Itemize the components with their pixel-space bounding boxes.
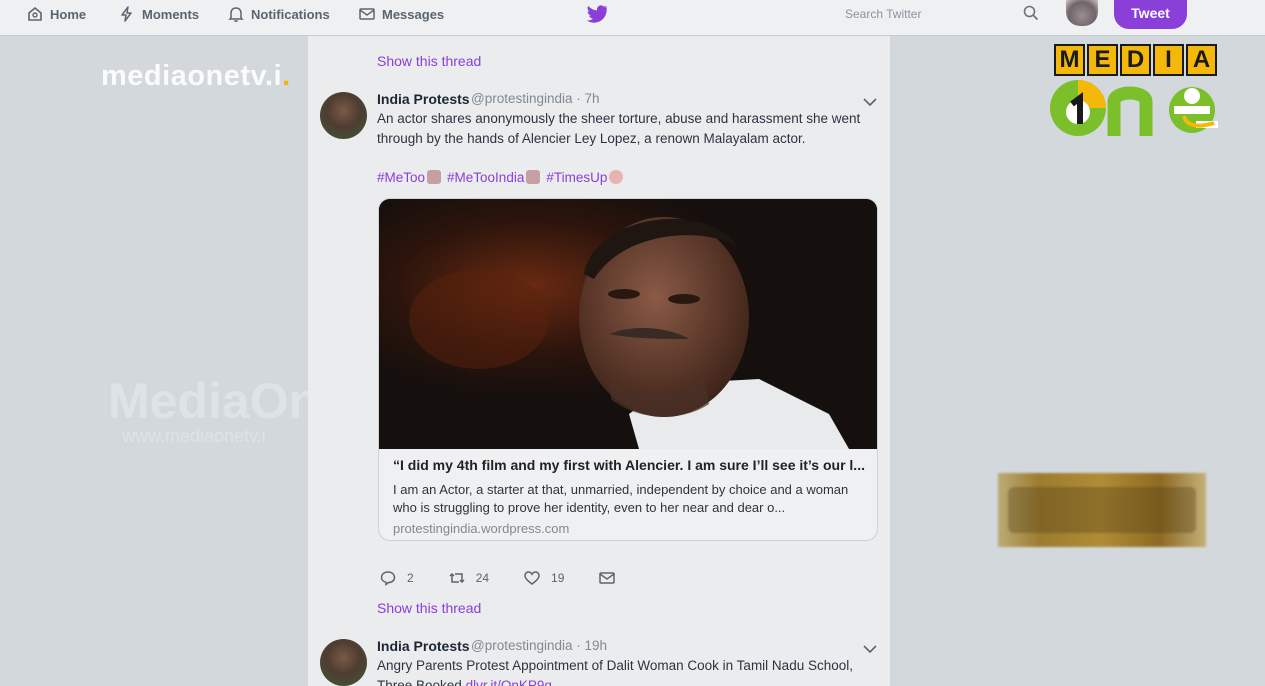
- hashtag-link[interactable]: #MeToo: [377, 170, 442, 185]
- tweet-author-handle[interactable]: @protestingindia · 19h: [471, 638, 607, 653]
- search-icon[interactable]: [1022, 4, 1040, 22]
- tweet-avatar[interactable]: [320, 639, 367, 686]
- nav-messages[interactable]: Messages: [358, 0, 444, 28]
- hashtag-label: #MeTooIndia: [447, 170, 525, 185]
- heart-icon: [524, 571, 540, 585]
- card-description: I am an Actor, a starter at that, unmarr…: [393, 482, 849, 515]
- logo-letter: E: [1087, 44, 1118, 76]
- show-thread-link[interactable]: Show this thread: [377, 600, 481, 616]
- nav-home[interactable]: Home: [26, 0, 86, 28]
- card-photo: [379, 199, 877, 449]
- mediaone-one-logo-icon: [1050, 80, 1218, 136]
- search-input[interactable]: Search Twitter: [834, 2, 1048, 26]
- nav-notifications-label: Notifications: [251, 6, 330, 22]
- card-body: “I did my 4th film and my first with Ale…: [393, 457, 868, 536]
- direct-message-button[interactable]: [598, 569, 626, 587]
- chevron-down-icon[interactable]: [863, 97, 877, 107]
- tweet-text: Angry Parents Protest Appointment of Dal…: [377, 656, 877, 686]
- reply-icon: [380, 571, 396, 587]
- hashtag-list: #MeToo #MeTooIndia #TimesUp: [377, 170, 624, 185]
- hashtag-link[interactable]: #TimesUp: [546, 170, 624, 185]
- nav-messages-label: Messages: [382, 6, 445, 22]
- logo-letter: A: [1186, 44, 1217, 76]
- hashtag-label: #TimesUp: [546, 170, 608, 185]
- tweet-text-body: Angry Parents Protest Appointment of Dal…: [377, 658, 853, 686]
- like-count: 19: [551, 571, 565, 585]
- chevron-down-icon[interactable]: [863, 644, 877, 654]
- previous-tweet-actions: [378, 31, 638, 37]
- home-icon: [28, 6, 42, 21]
- tweet-actions: 2 24 19: [379, 569, 660, 587]
- nav-home-label: Home: [50, 6, 87, 22]
- card-url: protestingindia.wordpress.com: [393, 521, 570, 536]
- retweet-count: 24: [475, 571, 490, 585]
- logo-letter: D: [1120, 44, 1151, 76]
- raised-hand-emoji-icon: [526, 170, 541, 184]
- reply-count: 2: [407, 571, 414, 585]
- hashtag-label: #MeToo: [377, 170, 426, 185]
- lightning-icon: [121, 6, 132, 22]
- card-image: [379, 199, 877, 449]
- raised-hand-emoji-icon: [427, 170, 442, 184]
- tweet-author-name[interactable]: India Protests: [377, 638, 470, 654]
- show-thread-link[interactable]: Show this thread: [377, 53, 481, 69]
- hashtag-link[interactable]: #MeTooIndia: [447, 170, 541, 185]
- nav-notifications[interactable]: Notifications: [227, 0, 330, 28]
- logo-letter: I: [1153, 44, 1184, 76]
- like-button[interactable]: 19: [523, 569, 564, 587]
- tweet-author-name[interactable]: India Protests: [377, 91, 470, 107]
- search-placeholder: Search Twitter: [845, 7, 922, 21]
- card-title: “I did my 4th film and my first with Ale…: [393, 457, 865, 473]
- reply-button[interactable]: 2: [379, 569, 414, 587]
- tweet-text: An actor shares anonymously the sheer to…: [377, 111, 861, 146]
- retweet-button[interactable]: 24: [448, 569, 489, 587]
- retweet-icon: [449, 572, 465, 584]
- alarm-clock-emoji-icon: [609, 170, 624, 184]
- tweet-button[interactable]: Tweet: [1114, 0, 1187, 29]
- tweet-avatar[interactable]: [320, 92, 367, 139]
- channel-watermark: mediaonetv.i.: [101, 60, 291, 92]
- twitter-bird-icon[interactable]: [586, 4, 608, 24]
- ghost-logo-url: www.mediaonetv.i: [122, 426, 266, 446]
- link-preview-card[interactable]: “I did my 4th film and my first with Ale…: [378, 198, 878, 541]
- bell-icon: [228, 7, 244, 22]
- channel-watermark-text: mediaonetv.i: [101, 60, 283, 92]
- logo-letter: M: [1054, 44, 1085, 76]
- mediaone-logo-letters: M E D I A: [1054, 44, 1217, 76]
- nav-moments-label: Moments: [142, 6, 200, 22]
- envelope-icon: [599, 572, 616, 584]
- nav-moments[interactable]: Moments: [118, 0, 199, 28]
- tweet-link[interactable]: dlvr.it/QnKP9q: [466, 678, 552, 686]
- avatar[interactable]: [1066, 0, 1098, 26]
- blurred-graphic: [998, 473, 1206, 547]
- tweet-author-handle[interactable]: @protestingindia · 7h: [471, 91, 600, 106]
- envelope-icon: [359, 8, 375, 20]
